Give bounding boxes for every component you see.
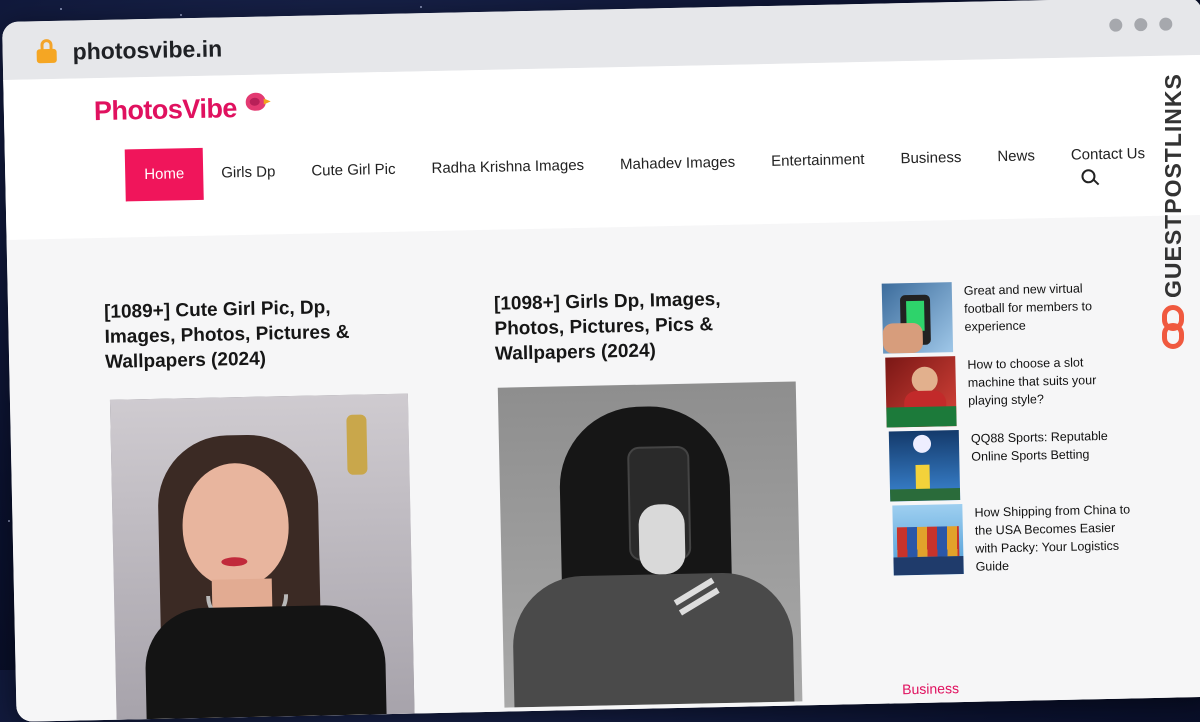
post-title[interactable]: [1098+] Girls Dp, Images, Photos, Pictur… (494, 286, 786, 367)
nav-item-home[interactable]: Home (124, 147, 204, 202)
window-controls (1109, 17, 1173, 32)
post-title[interactable]: [1089+] Cute Girl Pic, Dp, Images, Photo… (104, 294, 396, 375)
post-card: [1089+] Cute Girl Pic, Dp, Images, Photo… (104, 294, 396, 375)
sidebar-post-title[interactable]: QQ88 Sports: Reputable Online Sports Bet… (971, 426, 1132, 499)
nav-item-contact-us[interactable]: Contact Us (1052, 128, 1163, 182)
nav-item-girls-dp[interactable]: Girls Dp (203, 146, 294, 200)
sidebar-post[interactable]: QQ88 Sports: Reputable Online Sports Bet… (888, 426, 1132, 502)
star (180, 14, 182, 16)
nav-item-entertainment[interactable]: Entertainment (753, 134, 883, 189)
search-icon[interactable] (1081, 169, 1100, 187)
star (8, 520, 10, 522)
nav-item-news[interactable]: News (979, 130, 1054, 184)
nav-item-cute-girl-pic[interactable]: Cute Girl Pic (293, 143, 414, 198)
browser-window: photosvibe.in PhotosVibe Home Girls Dp C… (2, 0, 1200, 722)
bird-logo-icon (243, 86, 271, 113)
sidebar-post-title[interactable]: Great and new virtual football for membe… (964, 279, 1125, 352)
site-header: PhotosVibe Home Girls Dp Cute Girl Pic R… (3, 54, 1200, 240)
sidebar-thumbnail[interactable] (888, 430, 961, 502)
sidebar-post-title[interactable]: How to choose a slot machine that suits … (967, 353, 1128, 426)
guestpostlinks-watermark: GUESTPOSTLINKS (1160, 58, 1190, 358)
sidebar-post[interactable]: How Shipping from China to the USA Becom… (892, 500, 1135, 577)
sidebar-post[interactable]: How to choose a slot machine that suits … (885, 353, 1128, 428)
nav-item-mahadev-images[interactable]: Mahadev Images (602, 136, 754, 191)
post-image[interactable] (109, 393, 415, 720)
nav-item-radha-krishna-images[interactable]: Radha Krishna Images (413, 139, 603, 195)
link-icon (1162, 305, 1184, 349)
sidebar-thumbnail[interactable] (892, 503, 964, 576)
sidebar-post[interactable]: Great and new virtual football for membe… (881, 279, 1125, 354)
star (420, 6, 422, 8)
nav-item-business[interactable]: Business (882, 132, 980, 186)
main-nav: Home Girls Dp Cute Girl Pic Radha Krishn… (124, 128, 1164, 202)
website: PhotosVibe Home Girls Dp Cute Girl Pic R… (3, 54, 1200, 722)
sidebar-post-title[interactable]: How Shipping from China to the USA Becom… (974, 500, 1135, 575)
watermark-text: GUESTPOSTLINKS (1160, 73, 1186, 298)
sidebar-thumbnail[interactable] (885, 356, 957, 428)
sidebar-category-label[interactable]: Business (902, 680, 959, 697)
window-dot-icon[interactable] (1109, 18, 1123, 32)
logo-text-photos: Photos (93, 94, 183, 127)
window-dot-icon[interactable] (1134, 18, 1148, 32)
star (60, 8, 62, 10)
address-bar-url[interactable]: photosvibe.in (72, 35, 222, 65)
post-card: [1098+] Girls Dp, Images, Photos, Pictur… (494, 286, 786, 367)
logo-text-vibe: Vibe (182, 93, 238, 125)
site-logo[interactable]: PhotosVibe (94, 93, 238, 127)
window-dot-icon[interactable] (1159, 17, 1173, 31)
sidebar-thumbnail[interactable] (881, 282, 954, 354)
lock-icon (36, 38, 57, 64)
post-image[interactable] (497, 381, 803, 708)
